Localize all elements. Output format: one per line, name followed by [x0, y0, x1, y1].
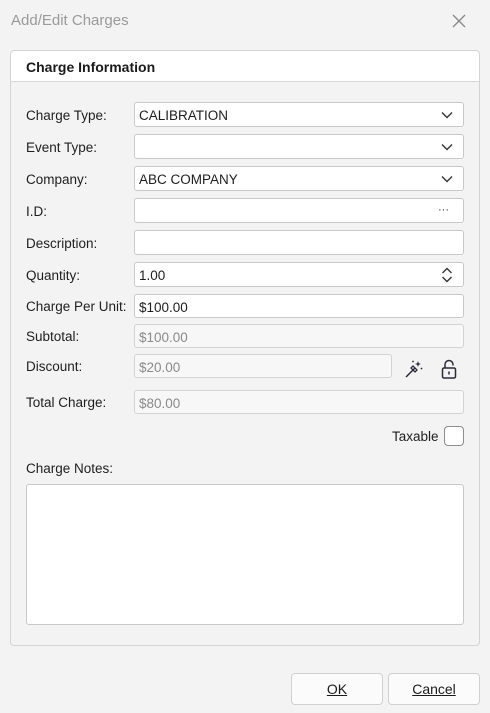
close-button[interactable]: [446, 8, 472, 34]
charge-type-value: CALIBRATION: [139, 108, 229, 123]
subtotal-value: $100.00: [139, 330, 188, 345]
total-charge-value: $80.00: [139, 396, 181, 411]
discount-wizard-button[interactable]: [401, 357, 425, 381]
charge-notes-textarea[interactable]: [26, 484, 464, 625]
company-label: Company:: [26, 172, 88, 187]
charge-type-label: Charge Type:: [26, 108, 107, 123]
description-label: Description:: [26, 236, 98, 251]
close-icon: [452, 14, 466, 28]
panel-header: Charge Information: [11, 51, 479, 82]
cancel-button[interactable]: Cancel: [388, 673, 480, 705]
company-value: ABC COMPANY: [139, 172, 238, 187]
event-type-select[interactable]: [134, 134, 464, 159]
id-input[interactable]: ···: [134, 198, 464, 223]
quantity-label: Quantity:: [26, 268, 81, 283]
discount-value: $20.00: [139, 360, 181, 375]
chevron-down-icon: [441, 176, 453, 183]
chevron-down-icon: [441, 112, 453, 119]
charge-per-unit-label: Charge Per Unit:: [26, 299, 127, 314]
description-input[interactable]: [134, 230, 464, 255]
window-title: Add/Edit Charges: [11, 12, 129, 29]
charge-per-unit-input[interactable]: $100.00: [134, 294, 464, 318]
ok-button[interactable]: OK: [291, 673, 383, 705]
subtotal-field: $100.00: [134, 324, 464, 348]
quantity-value: 1.00: [139, 268, 166, 283]
charge-notes-label: Charge Notes:: [26, 461, 114, 476]
discount-label: Discount:: [26, 359, 83, 374]
chevron-down-icon: [441, 144, 453, 151]
charge-per-unit-value: $100.00: [139, 300, 188, 315]
quantity-stepper[interactable]: 1.00: [134, 262, 464, 287]
subtotal-label: Subtotal:: [26, 329, 80, 344]
event-type-label: Event Type:: [26, 140, 98, 155]
total-charge-field: $80.00: [134, 390, 464, 414]
company-select[interactable]: ABC COMPANY: [134, 166, 464, 191]
panel-title: Charge Information: [26, 59, 156, 75]
id-browse-button[interactable]: ···: [438, 204, 449, 216]
charge-type-select[interactable]: CALIBRATION: [134, 102, 464, 127]
id-label: I.D:: [26, 204, 48, 219]
discount-field: $20.00: [134, 354, 392, 378]
magic-wand-icon: [405, 360, 423, 378]
taxable-label: Taxable: [392, 429, 439, 444]
discount-lock-button[interactable]: [437, 357, 461, 381]
unlock-icon: [441, 359, 457, 379]
title-bar: Add/Edit Charges: [0, 0, 490, 42]
spin-updown-icon[interactable]: [441, 267, 453, 283]
total-charge-label: Total Charge:: [26, 395, 107, 410]
taxable-checkbox[interactable]: [444, 426, 464, 446]
